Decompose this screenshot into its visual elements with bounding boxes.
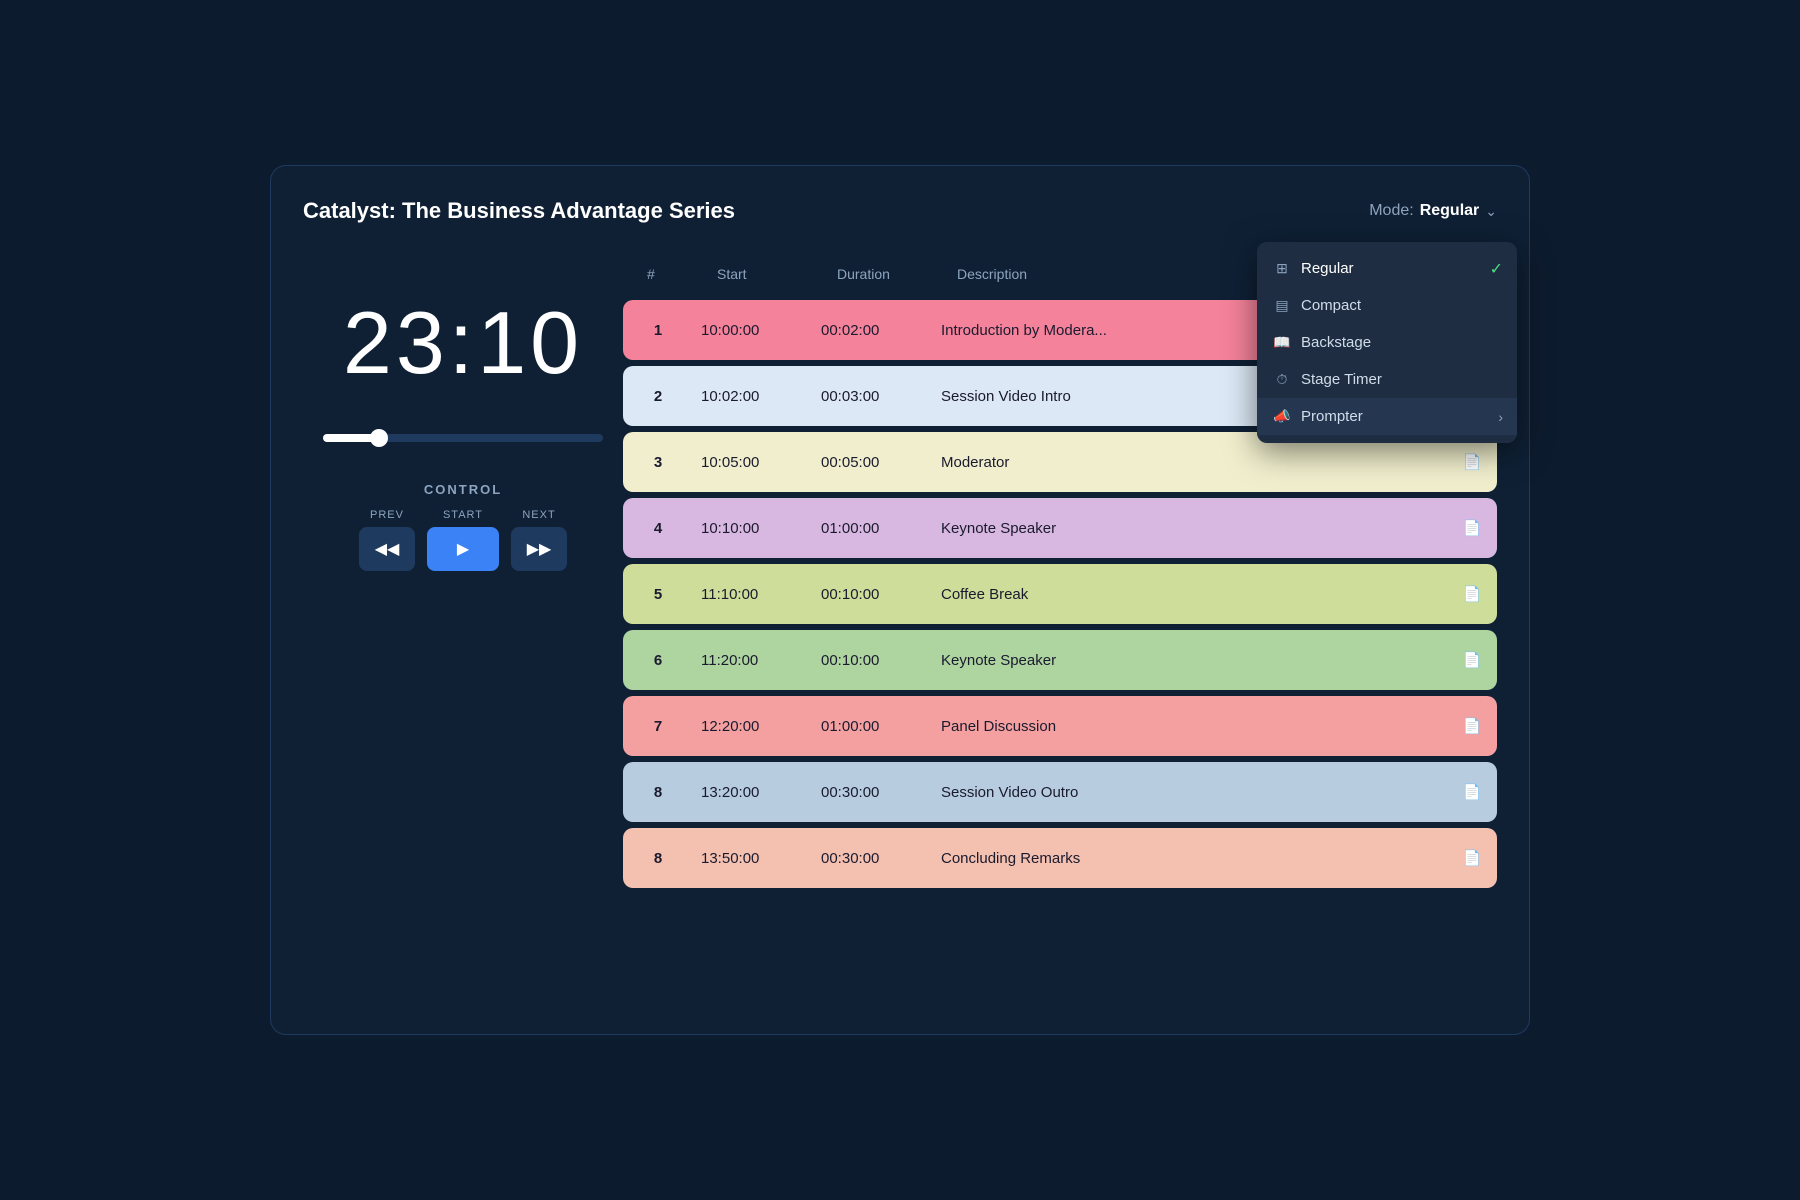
- row-start: 13:20:00: [693, 768, 813, 817]
- row-duration: 00:10:00: [813, 570, 933, 619]
- row-duration: 00:10:00: [813, 636, 933, 685]
- row-number: 8: [623, 834, 693, 883]
- header: Catalyst: The Business Advantage Series …: [303, 198, 1497, 224]
- next-control: NEXT ▶▶: [511, 509, 567, 571]
- row-doc-icon: 📄: [1447, 701, 1497, 751]
- row-description: Coffee Break: [933, 570, 1447, 619]
- row-duration: 00:30:00: [813, 834, 933, 883]
- row-description: Panel Discussion: [933, 702, 1447, 751]
- prev-control: PREV ◀◀: [359, 509, 415, 571]
- table-row[interactable]: 6 11:20:00 00:10:00 Keynote Speaker 📄: [623, 630, 1497, 690]
- row-duration: 00:02:00: [813, 306, 933, 355]
- row-description: Session Video Outro: [933, 768, 1447, 817]
- row-duration: 00:05:00: [813, 438, 933, 487]
- control-label: CONTROL: [424, 482, 502, 497]
- row-number: 5: [623, 570, 693, 619]
- item-icon-backstage: 📖: [1273, 334, 1291, 351]
- row-description: Moderator: [933, 438, 1447, 487]
- timer-display: 23:10: [343, 292, 583, 394]
- start-button[interactable]: ▶: [427, 527, 499, 571]
- row-doc-icon: 📄: [1447, 635, 1497, 685]
- start-control: START ▶: [427, 509, 499, 571]
- table-row[interactable]: 8 13:20:00 00:30:00 Session Video Outro …: [623, 762, 1497, 822]
- row-duration: 00:30:00: [813, 768, 933, 817]
- dropdown-item-stage-timer[interactable]: ⏱ Stage Timer: [1257, 361, 1517, 398]
- item-label-prompter: Prompter: [1301, 408, 1363, 425]
- table-row[interactable]: 7 12:20:00 01:00:00 Panel Discussion 📄: [623, 696, 1497, 756]
- item-icon-prompter: 📣: [1273, 408, 1291, 425]
- row-doc-icon: 📄: [1447, 833, 1497, 883]
- controls-row: PREV ◀◀ START ▶ NEXT ▶▶: [359, 509, 567, 571]
- dropdown-item-prompter[interactable]: 📣 Prompter ›: [1257, 398, 1517, 435]
- row-start: 13:50:00: [693, 834, 813, 883]
- check-icon: ✓: [1490, 259, 1503, 279]
- app-title: Catalyst: The Business Advantage Series: [303, 198, 735, 224]
- row-start: 11:20:00: [693, 636, 813, 685]
- row-doc-icon: 📄: [1447, 569, 1497, 619]
- row-start: 11:10:00: [693, 570, 813, 619]
- row-number: 3: [623, 438, 693, 487]
- dropdown-item-regular[interactable]: ⊞ Regular ✓: [1257, 250, 1517, 287]
- left-panel: 23:10 CONTROL PREV ◀◀ START ▶ NEXT ▶▶: [303, 252, 623, 894]
- row-description: Concluding Remarks: [933, 834, 1447, 883]
- dropdown-item-backstage[interactable]: 📖 Backstage: [1257, 324, 1517, 361]
- row-number: 2: [623, 372, 693, 421]
- start-label: START: [443, 509, 483, 521]
- next-label: NEXT: [522, 509, 555, 521]
- row-doc-icon: 📄: [1447, 767, 1497, 817]
- table-row[interactable]: 8 13:50:00 00:30:00 Concluding Remarks 📄: [623, 828, 1497, 888]
- col-number: #: [639, 262, 709, 286]
- progress-bar[interactable]: [323, 434, 603, 442]
- next-button[interactable]: ▶▶: [511, 527, 567, 571]
- row-duration: 01:00:00: [813, 702, 933, 751]
- prev-label: PREV: [370, 509, 404, 521]
- col-duration: Duration: [829, 262, 949, 286]
- row-start: 10:10:00: [693, 504, 813, 553]
- item-label-compact: Compact: [1301, 297, 1361, 314]
- arrow-right-icon: ›: [1498, 409, 1503, 425]
- prev-button[interactable]: ◀◀: [359, 527, 415, 571]
- row-start: 10:00:00: [693, 306, 813, 355]
- row-number: 7: [623, 702, 693, 751]
- row-number: 6: [623, 636, 693, 685]
- right-panel: # Start Duration Description 1 10:00:00 …: [623, 252, 1497, 894]
- item-label-regular: Regular: [1301, 260, 1354, 277]
- main-content: 23:10 CONTROL PREV ◀◀ START ▶ NEXT ▶▶: [303, 252, 1497, 894]
- item-icon-stage-timer: ⏱: [1273, 371, 1291, 388]
- chevron-down-icon: ⌄: [1485, 203, 1497, 220]
- mode-value: Regular: [1420, 202, 1480, 220]
- item-icon-compact: ▤: [1273, 297, 1291, 314]
- col-start: Start: [709, 262, 829, 286]
- mode-dropdown: ⊞ Regular ✓ ▤ Compact 📖 Backstage ⏱ Stag…: [1257, 242, 1517, 443]
- progress-thumb: [370, 429, 388, 447]
- item-icon-regular: ⊞: [1273, 260, 1291, 277]
- row-description: Keynote Speaker: [933, 504, 1447, 553]
- table-row[interactable]: 4 10:10:00 01:00:00 Keynote Speaker 📄: [623, 498, 1497, 558]
- row-number: 8: [623, 768, 693, 817]
- row-description: Keynote Speaker: [933, 636, 1447, 685]
- row-start: 12:20:00: [693, 702, 813, 751]
- row-start: 10:02:00: [693, 372, 813, 421]
- table-row[interactable]: 5 11:10:00 00:10:00 Coffee Break 📄: [623, 564, 1497, 624]
- row-number: 1: [623, 306, 693, 355]
- item-label-stage-timer: Stage Timer: [1301, 371, 1382, 388]
- item-label-backstage: Backstage: [1301, 334, 1371, 351]
- row-duration: 01:00:00: [813, 504, 933, 553]
- row-doc-icon: 📄: [1447, 437, 1497, 487]
- row-doc-icon: 📄: [1447, 503, 1497, 553]
- mode-label: Mode:: [1369, 202, 1413, 220]
- dropdown-item-compact[interactable]: ▤ Compact: [1257, 287, 1517, 324]
- row-duration: 00:03:00: [813, 372, 933, 421]
- row-start: 10:05:00: [693, 438, 813, 487]
- mode-selector[interactable]: Mode: Regular ⌄: [1369, 202, 1497, 220]
- row-number: 4: [623, 504, 693, 553]
- app-window: Catalyst: The Business Advantage Series …: [270, 165, 1530, 1035]
